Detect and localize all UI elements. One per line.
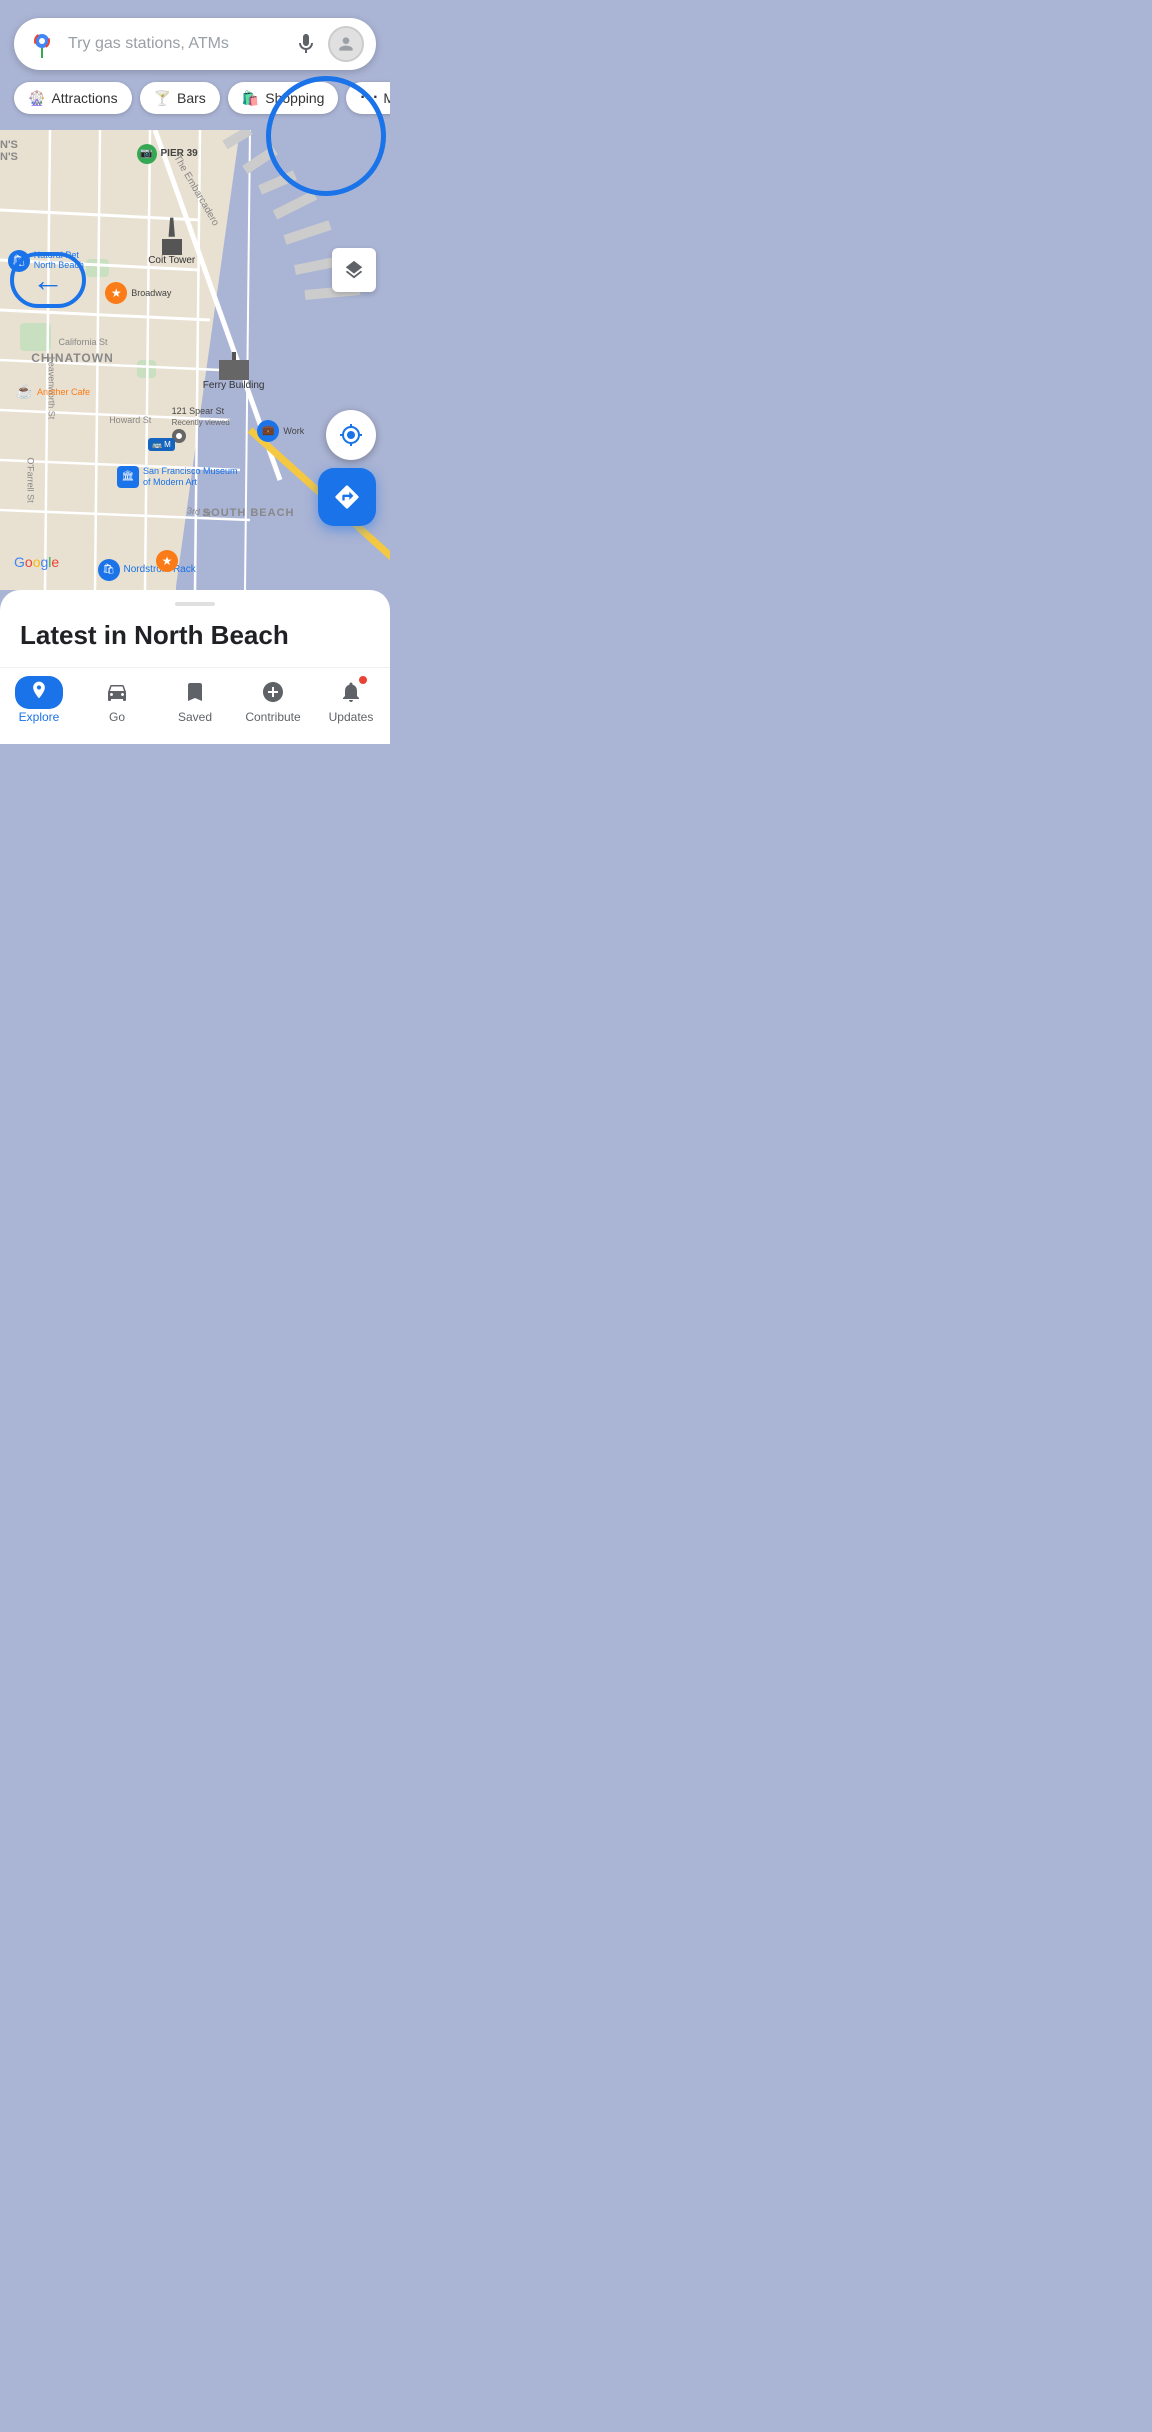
neighborhood-north-beach-label: N'SN'S: [0, 139, 18, 163]
bottom-sheet-title: Latest in North Beach: [0, 620, 390, 667]
location-button[interactable]: [326, 410, 376, 460]
work-marker: 💼 Work: [257, 420, 304, 442]
bottom-sheet: Latest in North Beach Explore: [0, 590, 390, 744]
updates-icon-wrap: [337, 678, 365, 706]
nav-item-contribute[interactable]: Contribute: [243, 678, 303, 724]
more-dots-icon: ···: [360, 89, 379, 107]
directions-fab[interactable]: [318, 468, 376, 526]
nav-label-contribute: Contribute: [245, 710, 300, 724]
bottom-nav: Explore Go Saved: [0, 667, 390, 744]
google-logo: G o o g l e: [14, 554, 59, 570]
nav-item-go[interactable]: Go: [87, 678, 147, 724]
filter-label-bars: Bars: [177, 90, 206, 106]
filter-label-shopping: Shopping: [265, 90, 324, 106]
neighborhood-south-beach: SOUTH BEACH: [203, 507, 295, 519]
star-marker-2: ★: [156, 550, 178, 572]
bars-icon: 🍸: [154, 90, 171, 107]
street-label-california: California St: [59, 337, 108, 347]
filter-label-attractions: Attractions: [51, 90, 117, 106]
sfmoma-marker: 🏛 San Francisco Museumof Modern Art: [117, 466, 238, 488]
saved-icon-wrap: [181, 678, 209, 706]
filter-pill-more[interactable]: ··· More: [346, 82, 390, 114]
account-icon[interactable]: [328, 26, 364, 62]
nav-label-saved: Saved: [178, 710, 212, 724]
nordstrom-marker: 🛍 Nordstrom Rack: [98, 559, 196, 581]
nav-label-explore: Explore: [19, 710, 60, 724]
another-cafe-marker: ☕ Another Cafe: [16, 383, 90, 400]
nav-item-saved[interactable]: Saved: [165, 678, 225, 724]
updates-notification-dot: [359, 676, 367, 684]
search-bar[interactable]: Try gas stations, ATMs: [14, 18, 376, 70]
coit-tower-marker: Coit Tower: [148, 213, 195, 266]
shopping-icon: 🛍️: [242, 90, 259, 107]
filter-label-more: More: [383, 90, 390, 106]
filter-pill-attractions[interactable]: 🎡 Attractions: [14, 82, 132, 114]
nav-item-explore[interactable]: Explore: [9, 678, 69, 724]
pier39-marker: 📷 PIER 39: [137, 144, 198, 164]
search-placeholder-text: Try gas stations, ATMs: [68, 35, 284, 53]
ferry-building-marker: Ferry Building: [203, 360, 265, 391]
contribute-icon-wrap: [259, 678, 287, 706]
nav-label-updates: Updates: [329, 710, 374, 724]
street-label-howard: Howard St: [109, 415, 151, 425]
nav-label-go: Go: [109, 710, 125, 724]
google-maps-logo-icon: [26, 28, 58, 60]
neighborhood-chinatown: CHINATOWN: [31, 351, 114, 365]
app-container: The Embarcadero California St Howard St …: [0, 0, 390, 844]
nav-item-updates[interactable]: Updates: [321, 678, 381, 724]
bottom-sheet-handle: [175, 602, 215, 606]
natural-pet-marker: 🛍 Natural PetNorth Beach: [8, 250, 84, 272]
map-area: The Embarcadero California St Howard St …: [0, 0, 390, 590]
filter-pill-bars[interactable]: 🍸 Bars: [140, 82, 220, 114]
street-label-ofarrell: O'Farrell St: [25, 457, 35, 502]
filter-pills-container: 🎡 Attractions 🍸 Bars 🛍️ Shopping ··· Mor…: [0, 82, 390, 114]
mic-icon[interactable]: [294, 32, 318, 56]
explore-icon-bg: [15, 676, 63, 709]
attractions-icon: 🎡: [28, 90, 45, 107]
layers-button[interactable]: [332, 248, 376, 292]
spear-st-marker: 121 Spear St Recently viewed: [172, 406, 230, 443]
filter-pill-shopping[interactable]: 🛍️ Shopping: [228, 82, 339, 114]
explore-icon-wrap: [25, 678, 53, 706]
transit-marker: 🚌 M: [148, 438, 175, 451]
go-icon-wrap: [103, 678, 131, 706]
broadway-marker: ★ Broadway: [105, 282, 171, 304]
